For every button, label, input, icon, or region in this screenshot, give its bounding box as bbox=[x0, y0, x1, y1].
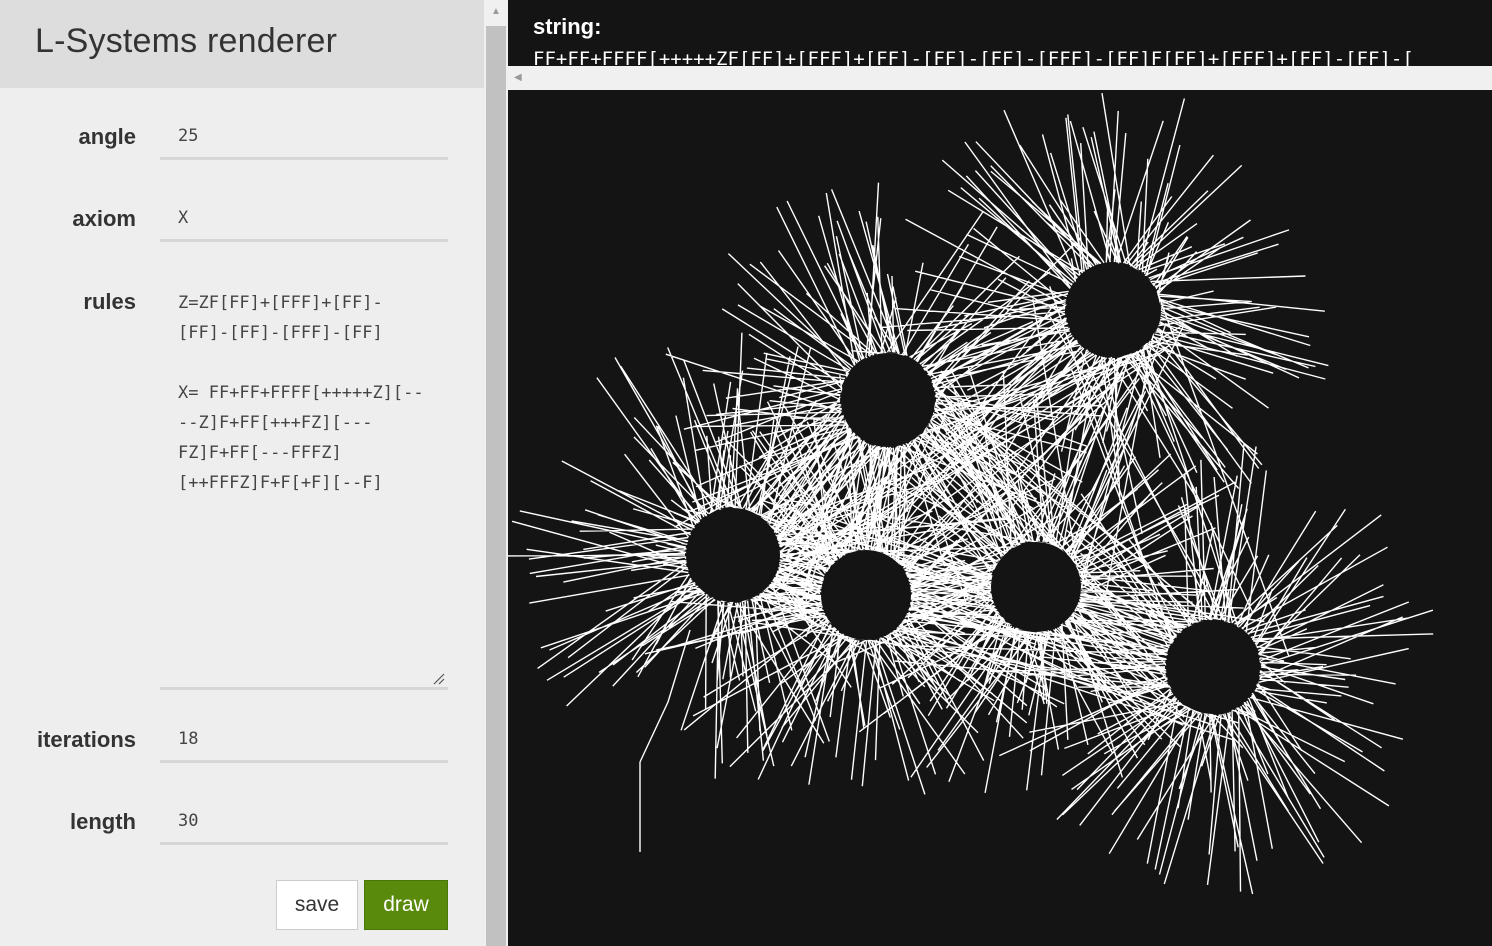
string-scrollbar[interactable]: ◀ bbox=[508, 66, 1492, 90]
axiom-label: axiom bbox=[72, 206, 136, 231]
axiom-input[interactable] bbox=[160, 196, 448, 242]
scroll-left-arrow-icon[interactable]: ◀ bbox=[514, 66, 522, 90]
scroll-up-arrow-icon[interactable]: ▲ bbox=[484, 0, 508, 24]
angle-input[interactable] bbox=[160, 114, 448, 160]
rules-label: rules bbox=[83, 289, 136, 314]
iterations-input[interactable] bbox=[160, 717, 448, 763]
angle-label: angle bbox=[78, 124, 136, 149]
length-label: length bbox=[70, 809, 136, 834]
ring-hole bbox=[991, 542, 1081, 632]
ring-hole bbox=[821, 550, 911, 640]
draw-button[interactable]: draw bbox=[364, 880, 448, 930]
ring-hole bbox=[1166, 620, 1260, 714]
ring-hole bbox=[1066, 263, 1160, 357]
ring-hole bbox=[686, 508, 780, 602]
output-area: string: FF+FF+FFFF[+++++ZF[FF]+[FFF]+[FF… bbox=[508, 0, 1492, 946]
scrollbar-thumb[interactable] bbox=[486, 26, 506, 946]
rules-textarea[interactable]: Z=ZF[FF]+[FFF]+[FF]-[FF]-[FF]-[FFF]-[FF]… bbox=[160, 280, 448, 690]
ring-hole bbox=[841, 353, 935, 447]
resize-grip-icon[interactable] bbox=[433, 673, 445, 685]
control-panel: L-Systems renderer angle axiom rules Z=Z… bbox=[0, 0, 484, 946]
string-viewport: FF+FF+FFFF[+++++ZF[FF]+[FFF]+[FF]-[FF]-[… bbox=[533, 46, 1492, 66]
page-title: L-Systems renderer bbox=[35, 22, 338, 60]
string-label: string: bbox=[533, 14, 602, 39]
string-value: FF+FF+FFFF[+++++ZF[FF]+[FFF]+[FF]-[FF]-[… bbox=[533, 48, 1414, 66]
length-input[interactable] bbox=[160, 799, 448, 845]
iterations-label: iterations bbox=[36, 727, 136, 752]
lsystem-drawing bbox=[508, 92, 1434, 895]
header-bar: L-Systems renderer bbox=[0, 0, 484, 88]
save-button[interactable]: save bbox=[276, 880, 358, 930]
panel-scrollbar[interactable]: ▲ bbox=[484, 0, 508, 946]
drawing-canvas[interactable] bbox=[508, 90, 1492, 946]
